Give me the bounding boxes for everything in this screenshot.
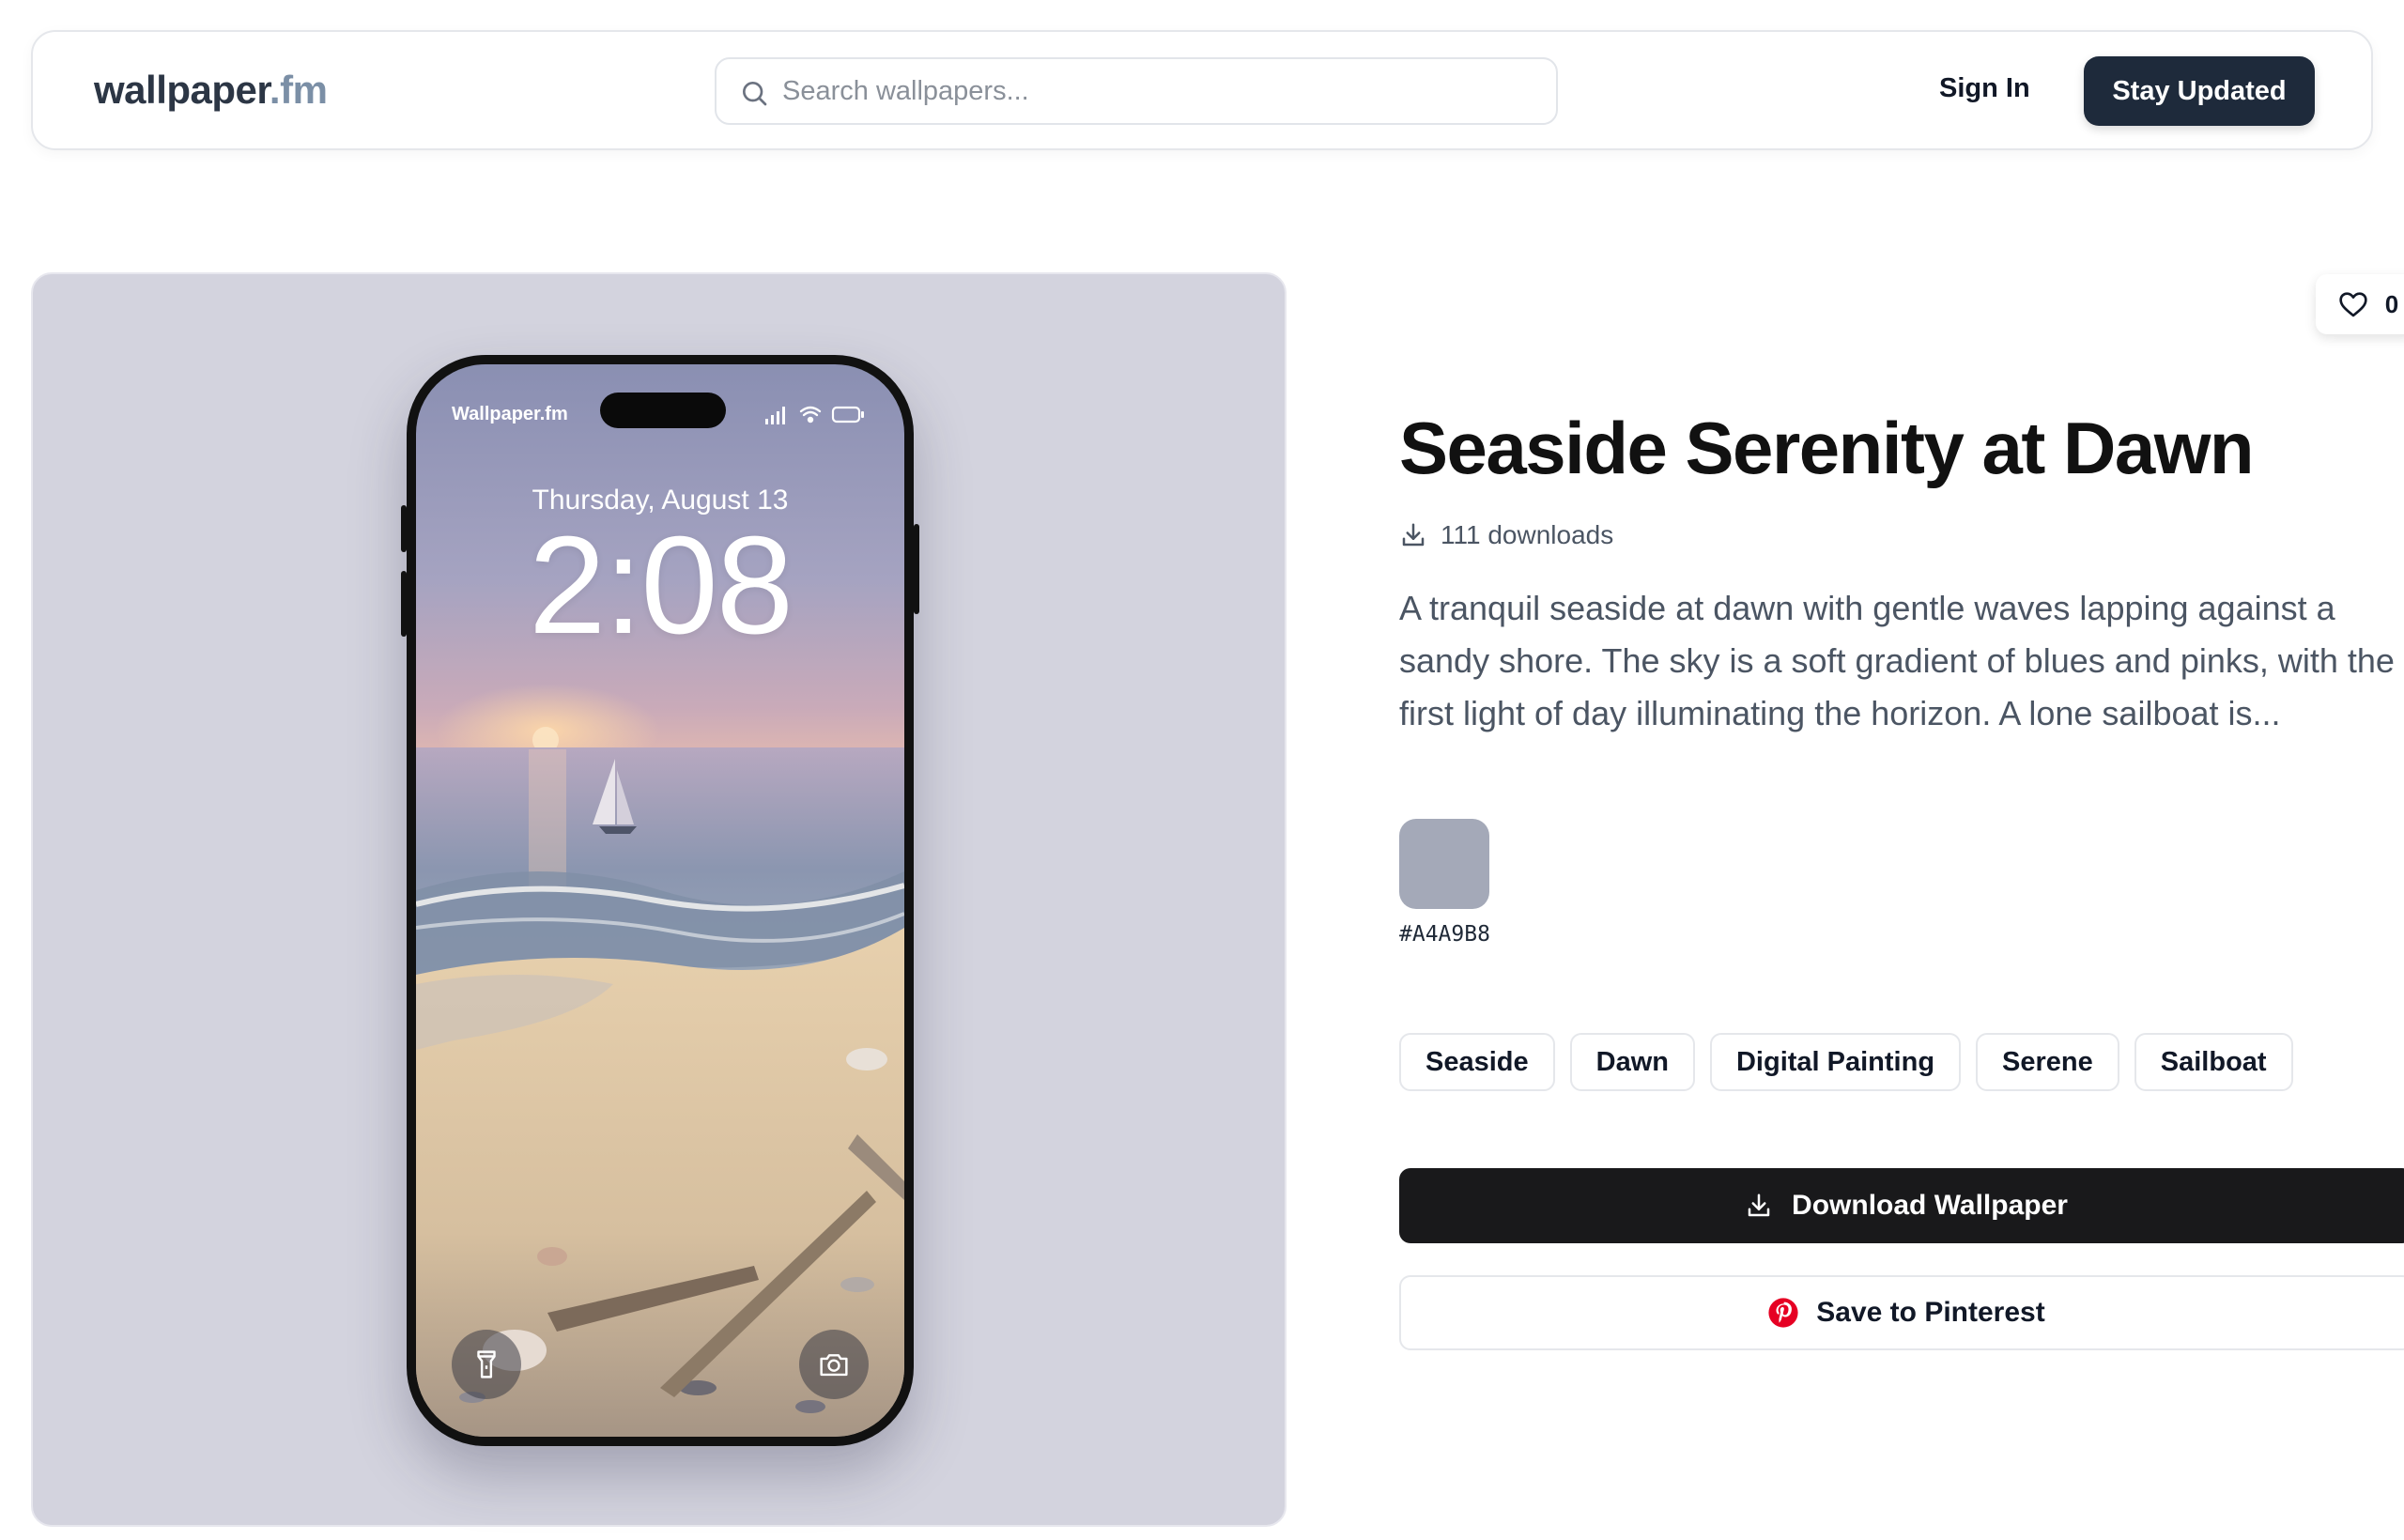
- camera-button: [799, 1330, 869, 1399]
- tag-serene[interactable]: Serene: [1976, 1033, 2119, 1091]
- logo-main: wallpaper: [94, 68, 270, 112]
- status-icons: [765, 406, 864, 424]
- search-box[interactable]: [715, 57, 1558, 125]
- wallpaper-description: A tranquil seaside at dawn with gentle w…: [1399, 589, 2395, 732]
- wifi-icon: [799, 406, 822, 424]
- save-to-pinterest-button[interactable]: Save to Pinterest: [1399, 1275, 2404, 1350]
- phone-lock-screen: Wallpaper.fm Thursday, August 13 2:08: [416, 364, 904, 1437]
- tag-seaside[interactable]: Seaside: [1399, 1033, 1555, 1091]
- download-wallpaper-button[interactable]: Download Wallpaper: [1399, 1168, 2404, 1243]
- wallpaper-title: Seaside Serenity at Dawn: [1399, 407, 2255, 489]
- camera-icon: [820, 1354, 848, 1377]
- color-swatch[interactable]: [1399, 819, 1489, 909]
- search-icon: [743, 82, 767, 106]
- tag-dawn[interactable]: Dawn: [1569, 1033, 1695, 1091]
- download-icon: [1748, 1194, 1770, 1217]
- download-count: 111 downloads: [1399, 520, 1613, 550]
- download-icon: [1402, 523, 1425, 547]
- logo-tld: .fm: [269, 68, 328, 112]
- flashlight-button: [452, 1330, 521, 1399]
- sign-in-link[interactable]: Sign In: [1939, 73, 2030, 104]
- tag-sailboat[interactable]: Sailboat: [2134, 1033, 2293, 1091]
- site-logo[interactable]: wallpaper.fm: [94, 68, 328, 113]
- color-swatch-hex: #A4A9B8: [1399, 922, 1490, 947]
- site-header: wallpaper.fm Sign In Stay Updated: [31, 30, 2373, 150]
- heart-icon: [2339, 292, 2367, 317]
- battery-icon: [831, 406, 864, 424]
- pinterest-icon: [1768, 1298, 1798, 1328]
- flashlight-icon: [477, 1350, 496, 1378]
- favorite-count: 0: [2384, 289, 2399, 318]
- wallpaper-preview: Wallpaper.fm Thursday, August 13 2:08: [31, 272, 1287, 1527]
- lock-screen-time: 2:08: [528, 508, 794, 663]
- save-to-pinterest-label: Save to Pinterest: [1816, 1297, 2045, 1328]
- tag-digital-painting[interactable]: Digital Painting: [1709, 1033, 1962, 1091]
- tag-list: Seaside Dawn Digital Painting Serene Sai…: [1399, 1033, 2293, 1091]
- status-bar-brand: Wallpaper.fm: [452, 404, 568, 424]
- signal-icon: [765, 407, 785, 424]
- favorite-button[interactable]: 0: [2316, 274, 2404, 334]
- download-wallpaper-label: Download Wallpaper: [1792, 1190, 2068, 1221]
- search-input[interactable]: [782, 70, 1533, 112]
- stay-updated-button[interactable]: Stay Updated: [2084, 56, 2315, 126]
- dynamic-island: [600, 393, 726, 428]
- download-count-text: 111 downloads: [1441, 520, 1614, 549]
- phone-mockup: Wallpaper.fm Thursday, August 13 2:08: [401, 355, 919, 1446]
